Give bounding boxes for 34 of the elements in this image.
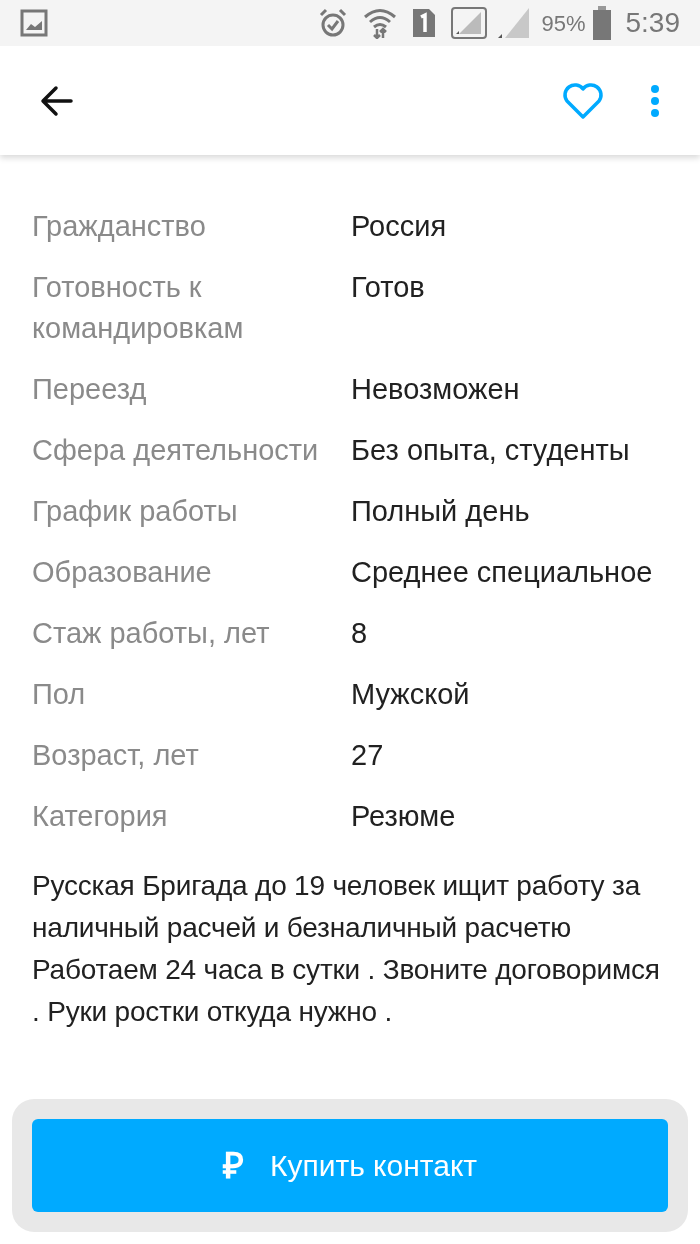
detail-value: Готов bbox=[351, 270, 426, 305]
detail-label: Переезд bbox=[32, 373, 147, 405]
image-icon bbox=[20, 9, 48, 37]
detail-value: Россия bbox=[351, 209, 448, 244]
sim-card-icon bbox=[411, 7, 438, 39]
detail-label: Образование bbox=[32, 556, 212, 588]
detail-value: Полный день bbox=[351, 494, 531, 529]
ruble-icon: ₽ bbox=[222, 1138, 244, 1193]
detail-value: Без опыта, студенты bbox=[351, 433, 631, 468]
back-arrow-icon bbox=[40, 83, 74, 118]
signal-icon bbox=[451, 7, 488, 39]
detail-value: Невозможен bbox=[351, 372, 521, 407]
detail-label: Сфера деятельности bbox=[32, 434, 319, 466]
detail-label: График работы bbox=[32, 495, 238, 527]
detail-label: Возраст, лет bbox=[32, 739, 199, 771]
detail-value: Мужской bbox=[351, 677, 471, 712]
detail-label: Гражданство bbox=[32, 210, 206, 242]
detail-value: Среднее специальное bbox=[351, 555, 654, 590]
buy-contact-button[interactable]: ₽ Купить контакт bbox=[32, 1119, 668, 1212]
wifi-icon bbox=[363, 7, 398, 39]
detail-value: Резюме bbox=[351, 799, 457, 834]
more-icon bbox=[650, 83, 660, 118]
battery-percent: 95% bbox=[541, 9, 586, 38]
detail-label: Пол bbox=[32, 678, 86, 710]
clock: 5:39 bbox=[625, 6, 680, 40]
detail-label: Категория bbox=[32, 800, 168, 832]
detail-label: Стаж работы, лет bbox=[32, 617, 270, 649]
detail-label: Готовность к командировкам bbox=[32, 271, 244, 344]
detail-value: 8 bbox=[351, 616, 369, 651]
signal-icon bbox=[497, 7, 532, 39]
heart-icon bbox=[562, 81, 604, 120]
description-text: Русская Бригада до 19 человек ищит работу за наличный расчей и безналичный расчетю Работаем 24 часа в сутки . Звоните договоримся . Руки ростки откуда нужно . bbox=[32, 869, 661, 1029]
detail-value: 27 bbox=[351, 738, 385, 773]
battery-icon bbox=[591, 6, 612, 40]
